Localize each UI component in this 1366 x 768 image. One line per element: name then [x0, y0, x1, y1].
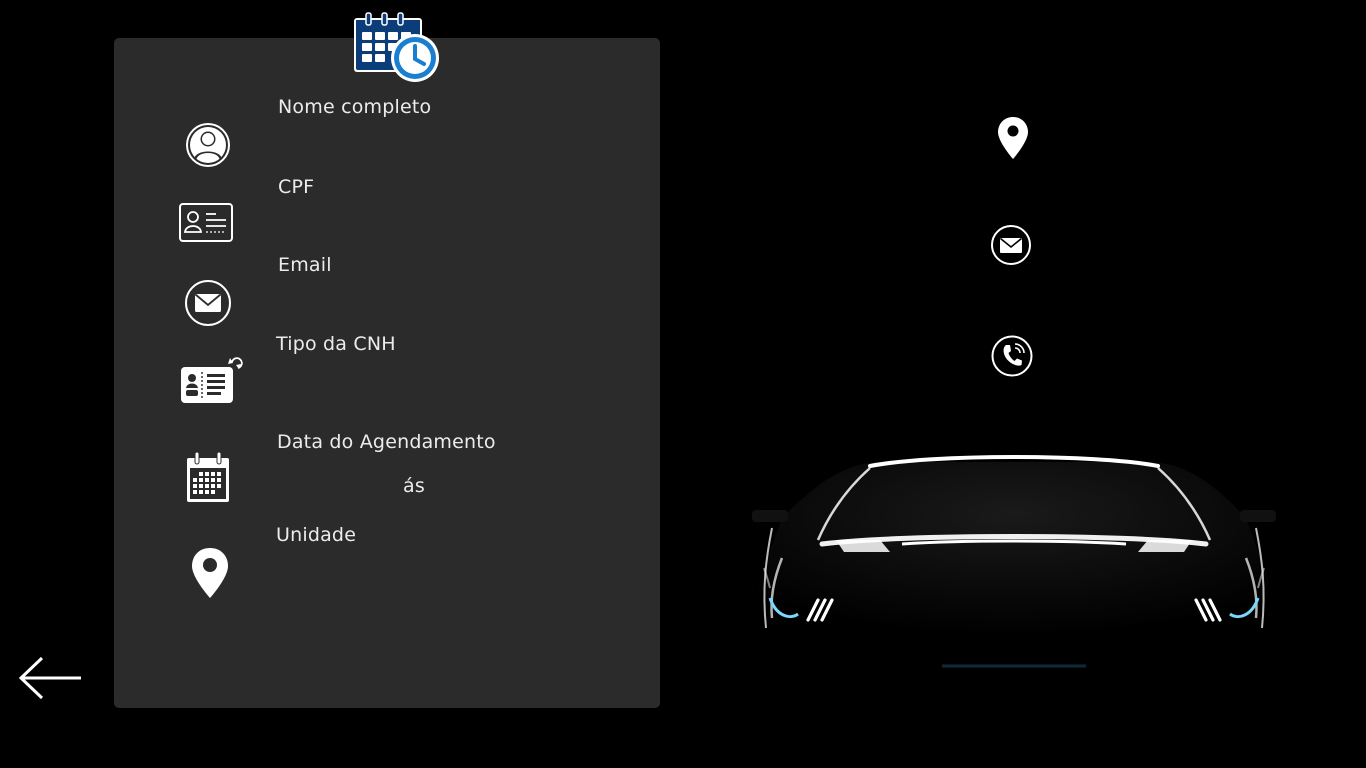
- calendar-icon: [187, 451, 229, 502]
- envelope-icon: [185, 280, 231, 326]
- field-label-unidade: Unidade: [276, 524, 357, 546]
- field-label-nome: Nome completo: [278, 96, 432, 118]
- field-label-cnh: Tipo da CNH: [276, 333, 396, 355]
- envelope-icon[interactable]: [990, 224, 1032, 266]
- back-arrow-icon[interactable]: [18, 654, 84, 702]
- field-label-email: Email: [278, 254, 332, 276]
- field-label-cpf: CPF: [278, 176, 315, 198]
- id-card-icon: [179, 203, 233, 242]
- phone-icon[interactable]: [990, 334, 1034, 378]
- location-pin-icon: [192, 548, 228, 598]
- time-separator-label: ás: [403, 475, 425, 497]
- field-label-data: Data do Agendamento: [277, 431, 496, 453]
- driver-license-icon: [181, 357, 243, 403]
- calendar-clock-icon: [354, 12, 439, 82]
- user-icon: [186, 123, 230, 167]
- location-pin-icon[interactable]: [996, 116, 1030, 160]
- schedule-page: Nome completo CPF Email Tipo da CNH Data…: [0, 0, 1366, 768]
- car-image: [752, 455, 1276, 668]
